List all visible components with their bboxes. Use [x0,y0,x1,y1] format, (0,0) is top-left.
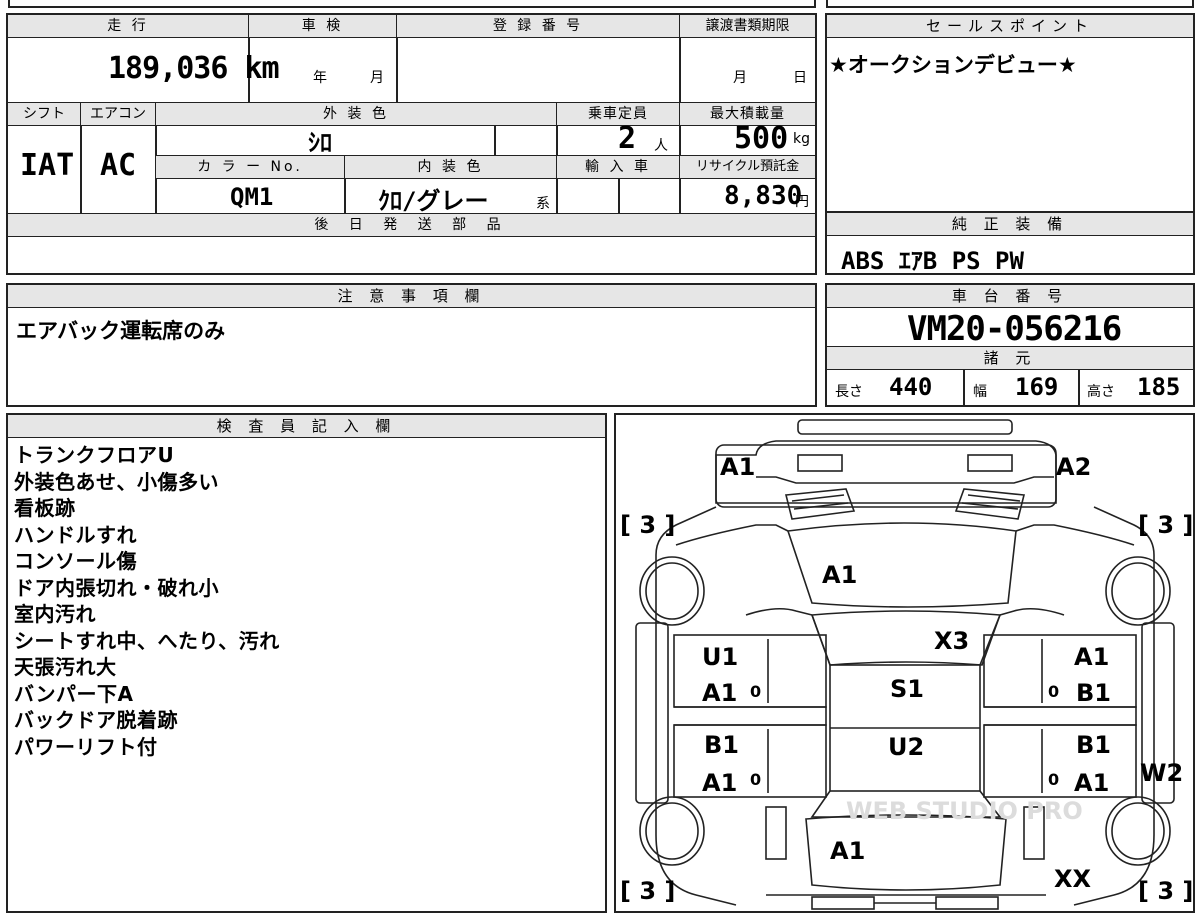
equipment-text: ABS ｴｱB PS PW [841,247,1024,275]
car-diagram-box: A1 A2 [ 3 ] [ 3 ] A1 X3 U1 A1 A1 B1 S1 U… [614,413,1195,913]
mileage-value: 189,036 km [108,51,280,86]
equipment-box: 純 正 装 備 ABS ｴｱB PS PW [825,211,1195,275]
inspector-notes: トランクフロアU 外装色あせ、小傷多い 看板跡 ハンドルすれ コンソール傷 ドア… [14,442,280,760]
length-label: 長さ [835,384,863,400]
mileage-label: 走 行 [8,15,249,38]
mark-side-right: W2 [1140,759,1183,787]
recycle-unit: 円 [795,194,809,210]
top-strip-right [826,0,1194,8]
exterior-label: 外 装 色 [156,103,557,126]
mark-roof-front: S1 [890,675,924,703]
top-strip [8,0,816,8]
mark-tire-rr: [ 3 ] [1138,877,1193,905]
spec-label: 諸 元 [827,346,1193,370]
zero-mark: 0 [1048,682,1059,701]
caution-label: 注 意 事 項 欄 [8,285,815,308]
note-line: バンパー下A [14,681,134,706]
zero-mark: 0 [1048,770,1059,789]
capacity-unit: 人 [654,138,668,154]
interior-suffix: 系 [536,196,550,212]
vehicle-info-box: 走 行 車 検 登 録 番 号 譲渡書類期限 189,036 km 年 月 月 … [6,13,817,275]
inspection-year: 年 [313,70,327,86]
load-value: 500 [734,121,789,156]
mark-door-fr-top: A1 [1074,643,1109,671]
mark-front-left: A1 [720,453,755,481]
mark-door-rr-top: B1 [1076,731,1111,759]
caution-text: エアバック運転席のみ [16,319,226,343]
note-line: 室内汚れ [14,602,96,626]
mark-door-fl-top: U1 [702,643,738,671]
sales-point-box: セールスポイント ★オークションデビュー★ [825,13,1195,213]
inspection-month: 月 [370,70,384,86]
mark-door-rr-bottom: A1 [1074,769,1109,797]
transfer-day: 日 [793,70,807,86]
later-parts-label: 後 日 発 送 部 品 [8,213,815,237]
mark-front-right: A2 [1056,453,1091,481]
transfer-month: 月 [733,70,747,86]
note-line: コンソール傷 [14,549,137,573]
sales-point-label: セールスポイント [827,15,1193,38]
aircon-value: AC [100,148,137,183]
registration-label: 登 録 番 号 [397,15,680,38]
zero-mark: 0 [750,770,761,789]
mark-rear-right: XX [1054,865,1092,893]
mark-rear: A1 [830,837,865,865]
mark-tire-fr: [ 3 ] [1138,511,1193,539]
note-line: ハンドルすれ [14,522,137,547]
inspector-label: 検 査 員 記 入 欄 [8,415,605,438]
mark-door-fr-bottom: B1 [1076,679,1111,707]
transfer-label: 譲渡書類期限 [680,15,815,38]
note-line: 看板跡 [14,496,76,520]
mark-door-rl-bottom: A1 [702,769,737,797]
chassis-label: 車 台 番 号 [827,285,1193,308]
interior-label: 内 装 色 [345,155,557,179]
car-diagram: A1 A2 [ 3 ] [ 3 ] A1 X3 U1 A1 A1 B1 S1 U… [620,419,1193,910]
height-label: 高さ [1087,384,1115,400]
note-line: トランクフロアU [14,443,175,467]
inspector-box: 検 査 員 記 入 欄 トランクフロアU 外装色あせ、小傷多い 看板跡 ハンドル… [6,413,607,913]
watermark: WEB STUDIO PRO [846,797,1083,825]
color-no-label: カ ラ ー No. [156,155,345,179]
note-line: パワーリフト付 [14,734,158,759]
width-label: 幅 [973,384,987,400]
mark-windshield-right: X3 [934,627,969,655]
mark-door-rl-top: B1 [704,731,739,759]
zero-mark: 0 [750,682,761,701]
mark-hood: A1 [822,561,857,589]
note-line: ドア内張切れ・破れ小 [14,575,219,600]
sales-point-text: ★オークションデビュー★ [829,53,1077,77]
note-line: バックドア脱着跡 [14,708,178,732]
equipment-label: 純 正 装 備 [827,213,1193,236]
import-label: 輸 入 車 [557,155,680,179]
caution-box: 注 意 事 項 欄 エアバック運転席のみ [6,283,817,407]
mark-tire-rl: [ 3 ] [620,877,675,905]
shift-value: IAT [20,148,75,183]
inspection-label: 車 検 [249,15,397,38]
load-unit: kg [793,131,810,147]
recycle-value: 8,830 [724,181,803,211]
chassis-box: 車 台 番 号 VM20-056216 諸 元 長さ 440 幅 169 高さ … [825,283,1195,407]
height-value: 185 [1137,373,1181,401]
length-value: 440 [889,373,933,401]
note-line: シートすれ中、へたり、汚れ [14,628,280,653]
mark-tire-fl: [ 3 ] [620,511,675,539]
mark-door-fl-bottom: A1 [702,679,737,707]
width-value: 169 [1015,373,1059,401]
chassis-number: VM20-056216 [907,309,1122,349]
shift-label: シフト [8,103,81,126]
exterior-value: ｼﾛ [308,129,332,157]
note-line: 天張汚れ大 [14,655,117,679]
color-no-value: QM1 [230,183,274,211]
capacity-value: 2 [618,121,637,156]
interior-value: ｸﾛ/グレー [378,187,489,215]
recycle-label: リサイクル預託金 [680,155,815,179]
note-line: 外装色あせ、小傷多い [14,469,219,494]
aircon-label: エアコン [81,103,156,126]
mark-roof-rear: U2 [888,733,924,761]
